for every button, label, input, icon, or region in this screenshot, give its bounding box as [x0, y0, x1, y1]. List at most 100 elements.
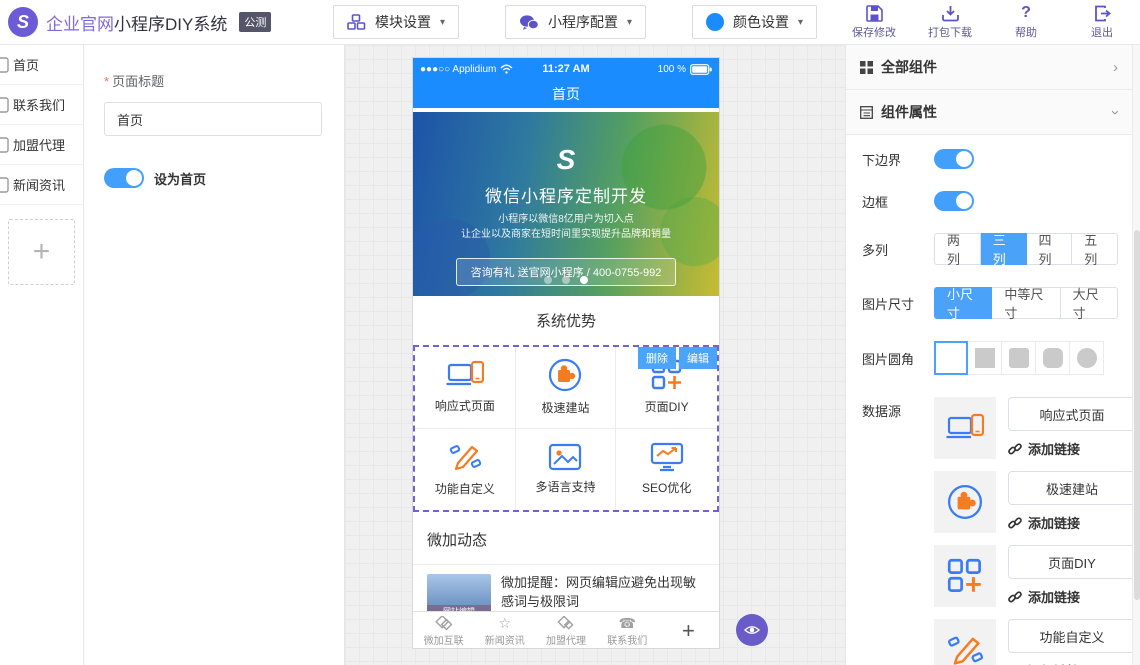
preview-button[interactable]	[736, 614, 768, 646]
selected-component-outline[interactable]: 删除 编辑 响应式页面 极速建站 页面DIY 功能自定义	[413, 345, 719, 512]
radius-swatch	[975, 348, 995, 368]
carousel-dot-active[interactable]	[580, 276, 588, 284]
app-title: 企业官网小程序DIY系统	[46, 10, 227, 35]
scrollbar-thumb[interactable]	[1134, 230, 1140, 600]
datasource-title-input[interactable]	[1008, 397, 1132, 431]
all-components-label: 全部组件	[881, 57, 1105, 77]
add-link-button[interactable]: 添加链接	[1008, 661, 1132, 665]
chevron-down-icon: ▾	[798, 17, 803, 28]
page-title-label: *页面标题	[104, 71, 324, 90]
phone-preview: 11:27 AM ●●●○○ Applidium 100 % 首页 S 微信小程…	[412, 57, 720, 649]
sidebar-item-label: 新闻资讯	[13, 175, 65, 194]
app-root: S 企业官网小程序DIY系统 公测 模块设置 ▾ 小程序配置 ▾	[0, 0, 1140, 665]
download-button[interactable]: 打包下载	[926, 4, 974, 40]
grid-cell-label: 极速建站	[541, 399, 589, 416]
tab-contact[interactable]: ☎ 联系我们	[597, 613, 658, 647]
radius-option-square[interactable]	[968, 341, 1002, 375]
tab-agent[interactable]: 加盟代理	[535, 613, 596, 647]
grid-cell-label: 多语言支持	[535, 478, 595, 495]
add-link-label: 添加链接	[1028, 661, 1080, 665]
link-icon	[1008, 590, 1022, 604]
radius-option-circle[interactable]	[1070, 341, 1104, 375]
set-home-toggle[interactable]	[104, 168, 144, 188]
datasource-title-input[interactable]	[1008, 545, 1132, 579]
datasource-list: 添加链接 添加链接	[934, 397, 1132, 665]
radius-option-medium[interactable]	[1036, 341, 1070, 375]
datasource-title-input[interactable]	[1008, 619, 1132, 653]
eye-icon	[744, 624, 760, 636]
miniprogram-config-label: 小程序配置	[548, 12, 618, 32]
inspector-body: 下边界 边框 多列 两列 三列 四列 五列 图片尺寸 小尺寸	[846, 135, 1132, 665]
sidebar-item-agent[interactable]: 加盟代理	[0, 125, 83, 165]
header-actions: 保存修改 打包下载 ? 帮助 退出	[850, 4, 1140, 40]
add-link-button[interactable]: 添加链接	[1008, 513, 1132, 532]
carousel-dot[interactable]	[544, 276, 552, 284]
delete-component-button[interactable]: 删除	[638, 347, 676, 369]
save-icon	[866, 4, 883, 22]
required-mark: *	[104, 74, 109, 89]
help-button[interactable]: ? 帮助	[1002, 4, 1050, 40]
save-label: 保存修改	[852, 24, 896, 40]
sidebar-item-label: 联系我们	[13, 95, 65, 114]
download-label: 打包下载	[928, 24, 972, 40]
app-title-accent: 企业官网	[46, 15, 114, 34]
tab-label: 微加互联	[424, 632, 464, 647]
page-diy-icon	[934, 545, 996, 607]
grid-cell-seo[interactable]: SEO优化	[616, 429, 717, 511]
add-page-button[interactable]: +	[8, 219, 75, 285]
exit-icon	[1094, 4, 1111, 22]
radius-option-small[interactable]	[1002, 341, 1036, 375]
tab-news[interactable]: ☆ 新闻资讯	[474, 613, 535, 647]
miniprogram-config-dropdown[interactable]: 小程序配置 ▾	[505, 5, 646, 39]
download-icon	[942, 4, 959, 22]
news-list-item[interactable]: 网站编辑 微加提醒：网页编辑应避免出现敏感词与极限词	[413, 565, 719, 613]
datasource-title-input[interactable]	[1008, 471, 1132, 505]
radius-option-none-selected[interactable]	[934, 341, 968, 375]
tab-label: 新闻资讯	[485, 632, 525, 647]
page-title-input[interactable]	[104, 102, 322, 136]
image-size-medium[interactable]: 中等尺寸	[992, 287, 1060, 319]
prop-datasource: 数据源 添加链接	[862, 397, 1118, 665]
all-components-header[interactable]: 全部组件 ›	[846, 45, 1132, 90]
exit-button[interactable]: 退出	[1078, 4, 1126, 40]
columns-option-3-selected[interactable]: 三列	[981, 233, 1027, 265]
help-icon: ?	[1021, 4, 1031, 22]
sidebar-item-home[interactable]: 首页	[0, 45, 83, 85]
star-icon: ☆	[499, 615, 512, 631]
image-size-large[interactable]: 大尺寸	[1061, 287, 1118, 319]
columns-option-5[interactable]: 五列	[1072, 233, 1118, 265]
add-link-button[interactable]: 添加链接	[1008, 439, 1132, 458]
sidebar-item-news[interactable]: 新闻资讯	[0, 165, 83, 205]
tab-weijia[interactable]: 微加互联	[413, 613, 474, 647]
advantages-grid: 响应式页面 极速建站 页面DIY 功能自定义 多语言支持	[415, 347, 717, 510]
grid-cell-multilang[interactable]: 多语言支持	[516, 429, 617, 511]
custom-function-icon	[934, 619, 996, 665]
edit-component-button[interactable]: 编辑	[679, 347, 717, 369]
color-settings-dropdown[interactable]: 颜色设置 ▾	[692, 5, 817, 39]
tab-add-button[interactable]: +	[658, 616, 719, 644]
header-menus: 模块设置 ▾ 小程序配置 ▾ 颜色设置 ▾	[300, 5, 850, 39]
components-grid-icon	[860, 61, 873, 74]
image-size-small-selected[interactable]: 小尺寸	[934, 287, 992, 319]
border-toggle[interactable]	[934, 191, 974, 211]
component-props-header[interactable]: 组件属性 ›	[846, 90, 1132, 135]
page-icon	[0, 97, 9, 113]
toggle-knob	[126, 170, 142, 186]
columns-option-4[interactable]: 四列	[1027, 233, 1073, 265]
link-icon	[1008, 442, 1022, 456]
module-settings-dropdown[interactable]: 模块设置 ▾	[333, 5, 459, 39]
save-button[interactable]: 保存修改	[850, 4, 898, 40]
sidebar-item-contact[interactable]: 联系我们	[0, 85, 83, 125]
grid-cell-responsive[interactable]: 响应式页面	[415, 347, 516, 429]
grid-cell-fast-build[interactable]: 极速建站	[516, 347, 617, 429]
bottom-border-toggle[interactable]	[934, 149, 974, 169]
hero-banner[interactable]: S 微信小程序定制开发 小程序以微信8亿用户为切入点 让企业以及商家在短时间里实…	[413, 112, 719, 296]
grid-cell-label: 页面DIY	[645, 398, 689, 415]
diamond-icon	[557, 615, 575, 631]
inspector-scrollbar[interactable]	[1132, 45, 1140, 665]
add-link-button[interactable]: 添加链接	[1008, 587, 1132, 606]
columns-option-2[interactable]: 两列	[934, 233, 981, 265]
modules-icon	[347, 14, 366, 31]
grid-cell-custom-function[interactable]: 功能自定义	[415, 429, 516, 511]
carousel-dot[interactable]	[562, 276, 570, 284]
